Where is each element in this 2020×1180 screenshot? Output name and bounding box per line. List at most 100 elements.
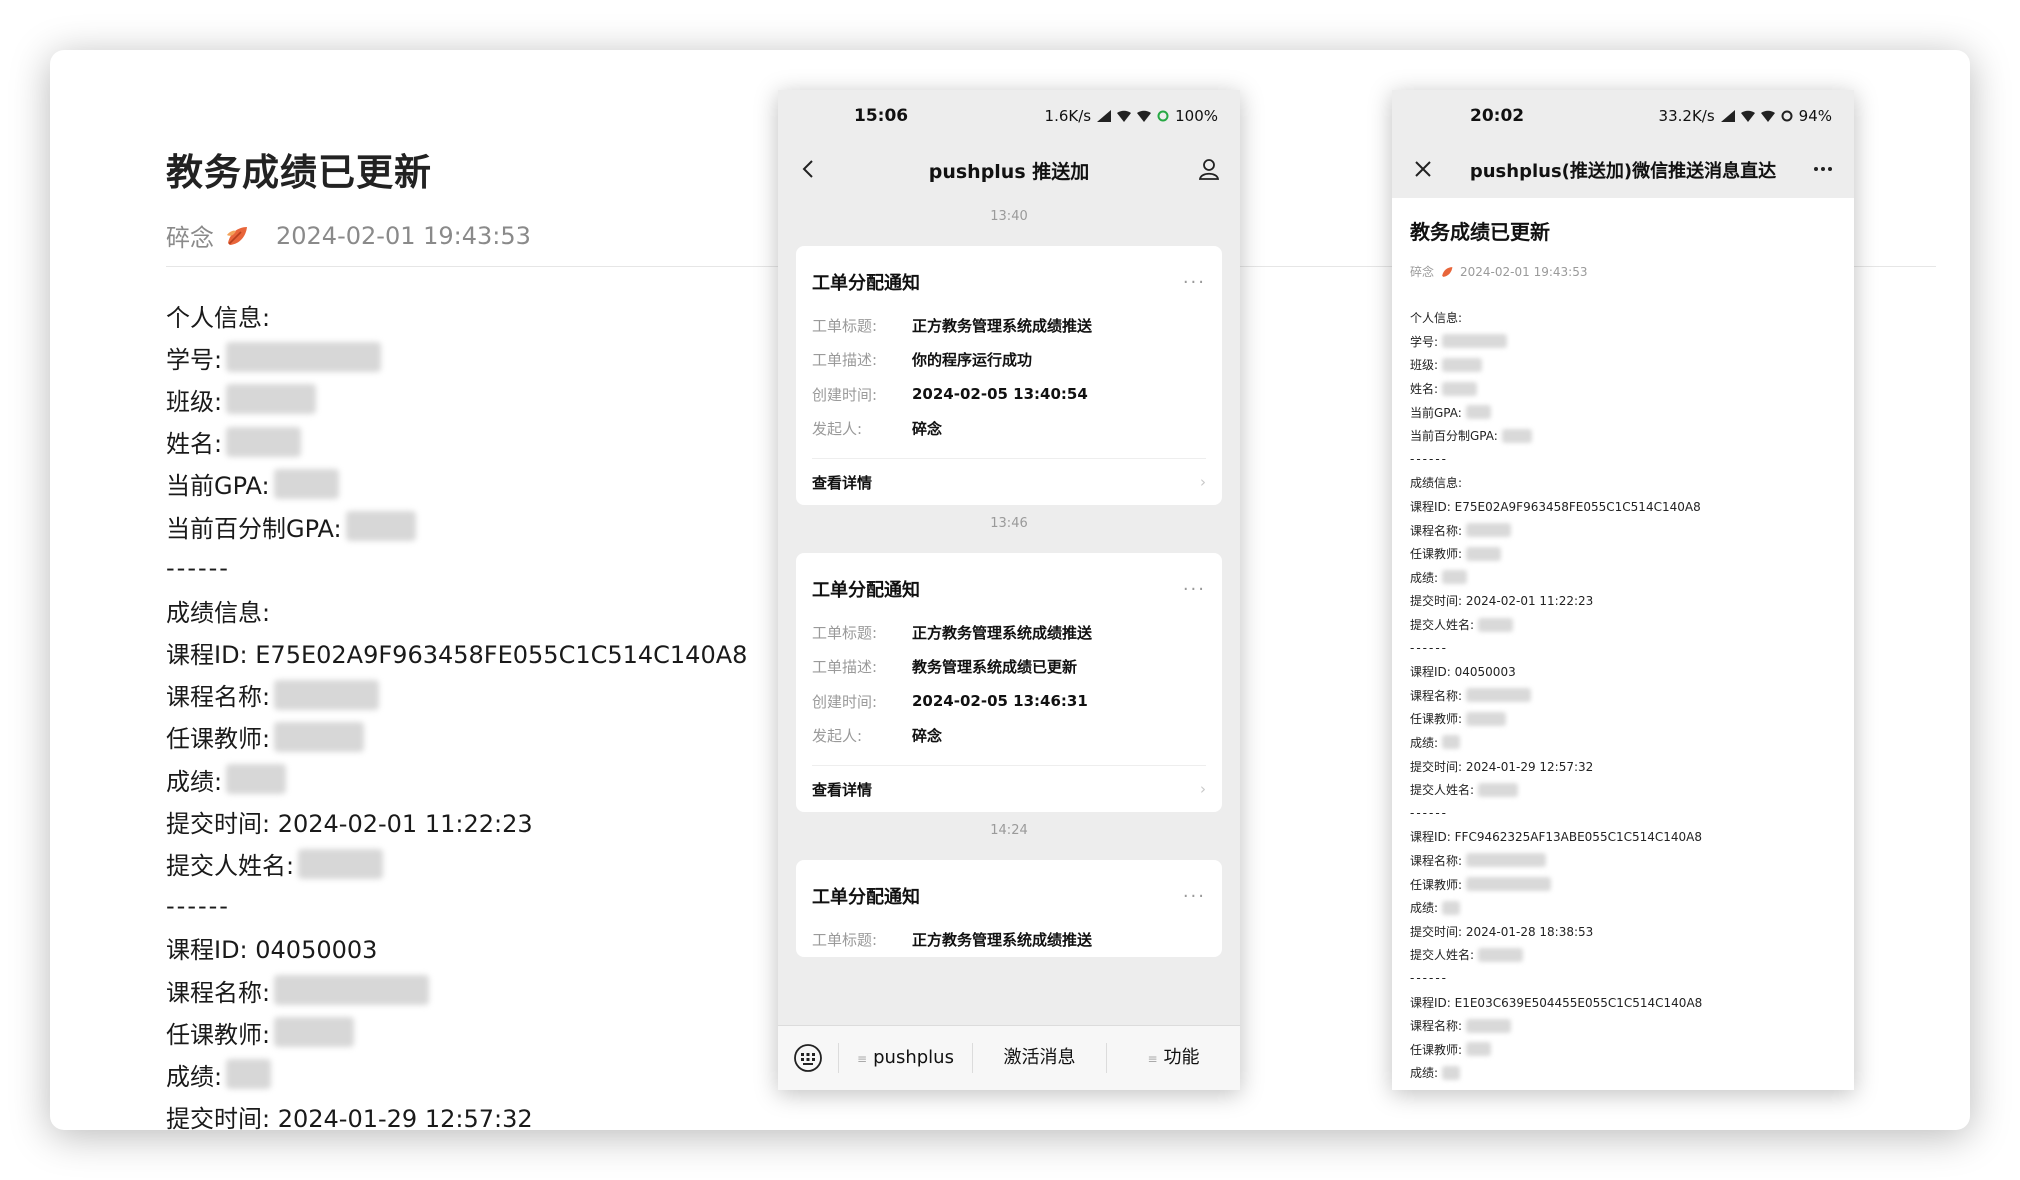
chevron-right-icon: ›	[1200, 473, 1206, 491]
field-value: 正方教务管理系统成绩推送	[912, 623, 1093, 642]
body-line: 提交时间: 2024-01-29 12:57:32	[1410, 754, 1842, 778]
menu-lines-icon: ≡	[1147, 1052, 1158, 1066]
body-line-text: ------	[166, 891, 230, 920]
message-field-row: 创建时间: 2024-02-05 13:40:54	[812, 377, 1206, 412]
message-title: 工单分配通知	[812, 887, 920, 908]
redacted-value	[1442, 1065, 1461, 1080]
body-line-text: 成绩:	[1410, 1066, 1439, 1081]
body-line: 课程名称:	[166, 674, 747, 716]
body-line-text: 课程ID: E1E03C639E504455E055C1C514C140A8	[1410, 995, 1703, 1010]
body-line-text: 当前GPA:	[1410, 405, 1462, 420]
body-line-text: 课程名称:	[1410, 853, 1463, 868]
body-line: 学号:	[166, 336, 747, 378]
body-line-text: ------	[1410, 806, 1448, 821]
wifi-icon	[1117, 110, 1132, 122]
maple-leaf-icon	[1442, 266, 1453, 277]
field-value: 正方教务管理系统成绩推送	[912, 316, 1093, 335]
body-line: 当前GPA:	[166, 463, 747, 505]
status-bar: 20:02 33.2K/s 94%	[1392, 90, 1854, 142]
menu-pushplus[interactable]: ≡ pushplus	[838, 1043, 972, 1073]
more-options-icon[interactable]	[1810, 156, 1836, 182]
template-message-card[interactable]: 工单分配通知 ··· 工单标题: 正方教务管理系统成绩推送 工单描述: 你的程序运行成功创…	[796, 246, 1222, 505]
article-title: 教务成绩已更新	[166, 151, 432, 194]
redacted-value	[274, 721, 365, 752]
body-line-text: 提交人姓名:	[1410, 618, 1475, 633]
more-options-icon[interactable]: ···	[1183, 272, 1206, 293]
redacted-value	[1478, 782, 1519, 797]
menu-activate[interactable]: 激活消息	[972, 1043, 1106, 1073]
body-line: 课程ID: E75E02A9F963458FE055C1C514C140A8	[1410, 495, 1842, 519]
status-indicators: 1.6K/s 100%	[1045, 107, 1218, 125]
body-line: 课程ID: 04050003	[166, 927, 747, 969]
redacted-value	[298, 848, 384, 879]
body-line-text: 班级:	[1410, 358, 1439, 373]
body-line: 课程ID: 04050003	[1410, 660, 1842, 684]
redacted-value	[226, 1059, 272, 1090]
body-line: 提交时间: 2024-01-29 12:57:32	[166, 1096, 747, 1130]
more-options-icon[interactable]: ···	[1183, 886, 1206, 907]
body-line-text: 班级:	[166, 387, 223, 416]
battery-ring-icon	[1781, 110, 1793, 122]
message-field-row: 发起人: 碎念	[812, 412, 1206, 447]
body-line: 提交时间: 2024-01-28 18:38:53	[1410, 919, 1842, 943]
close-icon[interactable]	[1410, 156, 1436, 182]
template-message-card[interactable]: 工单分配通知 ··· 工单标题: 正方教务管理系统成绩推送 工单描述: 教务管理系统成绩已…	[796, 553, 1222, 812]
body-line: 提交人姓名:	[1410, 943, 1842, 967]
view-details-link[interactable]: 查看详情 ›	[812, 766, 1206, 812]
body-line-text: 课程名称:	[166, 683, 271, 712]
message-header: 工单分配通知 ···	[812, 264, 1206, 300]
redacted-value	[226, 384, 317, 415]
phone-article-screen: 20:02 33.2K/s 94% pushplus(推送加)微信推送消息直达 …	[1392, 90, 1854, 1090]
body-line: 班级:	[166, 378, 747, 420]
message-field-row: 工单标题: 正方教务管理系统成绩推送	[812, 615, 1206, 650]
view-details-link[interactable]: 查看详情 ›	[812, 459, 1206, 505]
back-chevron-icon[interactable]	[796, 156, 822, 182]
message-fields: 工单标题: 正方教务管理系统成绩推送 工单描述: 你的程序运行成功 创建时间: 2024-…	[812, 308, 1206, 446]
keyboard-toggle[interactable]	[778, 1043, 838, 1073]
message-title: 工单分配通知	[812, 580, 920, 601]
body-line: 班级:	[1410, 353, 1842, 377]
article-meta: 碎念 2024-02-01 19:43:53	[166, 218, 806, 253]
template-message-card[interactable]: 工单分配通知 ··· 工单标题: 正方教务管理系统成绩推送	[796, 860, 1222, 957]
body-line-text: 当前百分制GPA:	[1410, 429, 1498, 444]
body-line: 当前百分制GPA:	[166, 505, 747, 547]
body-line: 成绩:	[1410, 566, 1842, 590]
body-line-text: 课程ID: 04050003	[166, 936, 378, 965]
body-line-text: 课程名称:	[166, 978, 271, 1007]
body-line-text: 姓名:	[1410, 382, 1439, 397]
body-line: 成绩:	[1410, 731, 1842, 755]
signal-icon	[1097, 110, 1112, 122]
article-header: 教务成绩已更新 碎念 2024-02-01 19:43:53	[166, 142, 806, 253]
body-line-text: 成绩:	[166, 1062, 223, 1091]
message-fields: 工单标题: 正方教务管理系统成绩推送 工单描述: 教务管理系统成绩已更新 创建时间: 20…	[812, 615, 1206, 753]
publish-date: 2024-02-01 19:43:53	[1460, 264, 1588, 279]
redacted-value	[273, 468, 339, 499]
body-line-text: 课程ID: E75E02A9F963458FE055C1C514C140A8	[166, 641, 748, 670]
redacted-value	[274, 975, 430, 1006]
body-line: ------	[1410, 967, 1842, 991]
redacted-value	[226, 764, 287, 795]
field-label: 发起人:	[812, 420, 863, 439]
body-line-text: 成绩:	[166, 767, 223, 796]
redacted-value	[1478, 617, 1514, 632]
field-value: 你的程序运行成功	[912, 351, 1033, 370]
body-line-text: 个人信息:	[166, 303, 271, 332]
body-line: 成绩信息:	[166, 589, 747, 631]
redacted-value	[1442, 357, 1483, 372]
body-line: ------	[166, 885, 747, 927]
profile-icon[interactable]	[1196, 156, 1222, 182]
body-line: 课程名称:	[1410, 849, 1842, 873]
body-line-text: 学号:	[166, 345, 223, 374]
field-label: 工单描述:	[812, 658, 878, 677]
page-title: pushplus(推送加)微信推送消息直达	[1469, 161, 1777, 182]
body-line: 任课教师:	[166, 716, 747, 758]
menu-lines-icon: ≡	[857, 1052, 868, 1066]
body-line: 课程ID: E1E03C639E504455E055C1C514C140A8	[1410, 990, 1842, 1014]
field-label: 工单标题:	[812, 623, 878, 642]
more-options-icon[interactable]: ···	[1183, 579, 1206, 600]
menu-functions[interactable]: ≡ 功能	[1106, 1043, 1240, 1073]
body-line-text: ------	[1410, 971, 1448, 986]
body-line: 任课教师:	[1410, 707, 1842, 731]
redacted-value	[1466, 1042, 1492, 1057]
phone-chat-screen: 15:06 1.6K/s 100% pushplus 推送加 13:40 工单分配…	[778, 90, 1240, 1090]
